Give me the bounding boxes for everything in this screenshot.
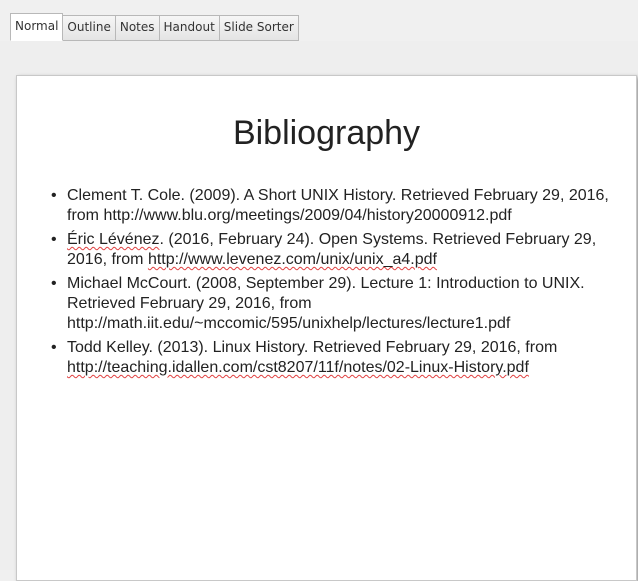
bullet-dot-icon: • (51, 275, 57, 292)
reference-link[interactable]: http://teaching.idallen.com/cst8207/11f/… (67, 359, 529, 376)
tab-normal[interactable]: Normal (10, 13, 64, 41)
bullet-text: Todd Kelley. (2013). Linux History. Retr… (67, 339, 558, 356)
view-tab-bar: Normal Outline Notes Handout Slide Sorte… (10, 13, 299, 41)
reference-link[interactable]: http://math.iit.edu/~mccomic/595/unixhel… (67, 315, 510, 332)
author-name: Éric Lévénez (67, 231, 160, 248)
bullet-item[interactable]: • Michael McCourt. (2008, September 29).… (49, 274, 614, 334)
bullet-dot-icon: • (51, 187, 57, 204)
tab-outline[interactable]: Outline (63, 15, 116, 41)
reference-link[interactable]: http://www.blu.org/meetings/2009/04/hist… (103, 207, 511, 224)
bullet-text: Michael McCourt. (2008, September 29). L… (67, 275, 585, 312)
tab-slide-sorter[interactable]: Slide Sorter (219, 15, 299, 41)
bullet-dot-icon: • (51, 231, 57, 248)
bullet-list[interactable]: • Clement T. Cole. (2009). A Short UNIX … (49, 186, 614, 382)
slide-editing-area: Bibliography • Clement T. Cole. (2009). … (0, 41, 638, 581)
bullet-item[interactable]: • Éric Lévénez. (2016, February 24). Ope… (49, 230, 614, 270)
bullet-item[interactable]: • Todd Kelley. (2013). Linux History. Re… (49, 338, 614, 378)
slide-canvas[interactable]: Bibliography • Clement T. Cole. (2009). … (16, 75, 637, 581)
tab-handout[interactable]: Handout (159, 15, 220, 41)
bullet-dot-icon: • (51, 339, 57, 356)
bullet-item[interactable]: • Clement T. Cole. (2009). A Short UNIX … (49, 186, 614, 226)
slide-title[interactable]: Bibliography (17, 114, 636, 153)
tab-notes[interactable]: Notes (115, 15, 160, 41)
reference-link[interactable]: http://www.levenez.com/unix/unix_a4.pdf (148, 251, 437, 268)
